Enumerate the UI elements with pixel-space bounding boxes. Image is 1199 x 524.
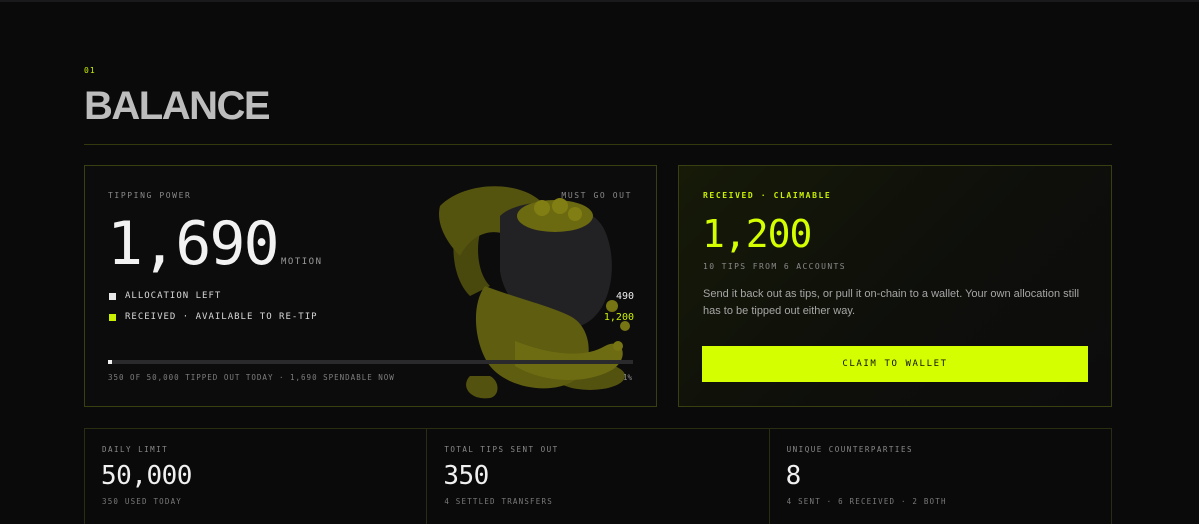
stat-subtext: 4 SENT · 6 RECEIVED · 2 BOTH	[786, 497, 947, 506]
stat-total-tips: TOTAL TIPS SENT OUT 350 4 SETTLED TRANSF…	[427, 429, 770, 524]
stat-label: DAILY LIMIT	[102, 445, 169, 454]
stat-value: 8	[785, 461, 802, 491]
stat-subtext: 4 SETTLED TRANSFERS	[444, 497, 553, 506]
stat-subtext: 350 USED TODAY	[102, 497, 183, 506]
received-label: RECEIVED · AVAILABLE TO RE-TIP	[125, 312, 318, 322]
claimable-label: RECEIVED · CLAIMABLE	[703, 191, 832, 200]
received-value: 1,200	[603, 312, 634, 323]
stat-label: TOTAL TIPS SENT OUT	[444, 445, 559, 454]
page-title: BALANCE	[84, 84, 271, 128]
unit-label: MOTION	[281, 257, 323, 267]
claimable-description: Send it back out as tips, or pull it on-…	[703, 288, 1080, 317]
allocation-left-label: ALLOCATION LEFT	[125, 291, 222, 301]
section-divider	[84, 144, 1112, 145]
top-divider	[0, 0, 1199, 2]
progress-bar	[108, 360, 633, 364]
stat-value: 350	[443, 461, 489, 491]
progress-bar-fill	[108, 360, 112, 364]
stat-unique-counterparties: UNIQUE COUNTERPARTIES 8 4 SENT · 6 RECEI…	[770, 429, 1111, 524]
claimable-value: 1,200	[702, 212, 812, 256]
claimable-subtext: 10 TIPS FROM 6 ACCOUNTS	[703, 262, 846, 271]
progress-percent: 1%	[622, 373, 632, 382]
claim-to-wallet-button[interactable]: CLAIM TO WALLET	[702, 346, 1088, 382]
tipping-power-card: TIPPING POWER MUST GO OUT 1,690 MOTION A…	[84, 165, 657, 407]
stats-row: DAILY LIMIT 50,000 350 USED TODAY TOTAL …	[84, 428, 1112, 524]
received-row: RECEIVED · AVAILABLE TO RE-TIP 1,200	[108, 311, 634, 325]
tipping-power-label: TIPPING POWER	[108, 191, 192, 200]
stat-label: UNIQUE COUNTERPARTIES	[786, 445, 913, 454]
allocation-left-value: 490	[615, 291, 634, 302]
section-number: 01	[84, 66, 96, 75]
allocation-left-row: ALLOCATION LEFT 490	[108, 290, 634, 304]
allocation-swatch-icon	[109, 293, 116, 300]
must-go-out-label: MUST GO OUT	[561, 191, 632, 200]
stat-daily-limit: DAILY LIMIT 50,000 350 USED TODAY	[85, 429, 428, 524]
stat-value: 50,000	[101, 461, 192, 491]
claimable-card: RECEIVED · CLAIMABLE 1,200 10 TIPS FROM …	[678, 165, 1112, 407]
tipping-power-value: 1,690	[107, 209, 280, 279]
progress-footer: 350 OF 50,000 TIPPED OUT TODAY · 1,690 S…	[108, 373, 395, 382]
received-swatch-icon	[109, 314, 116, 321]
